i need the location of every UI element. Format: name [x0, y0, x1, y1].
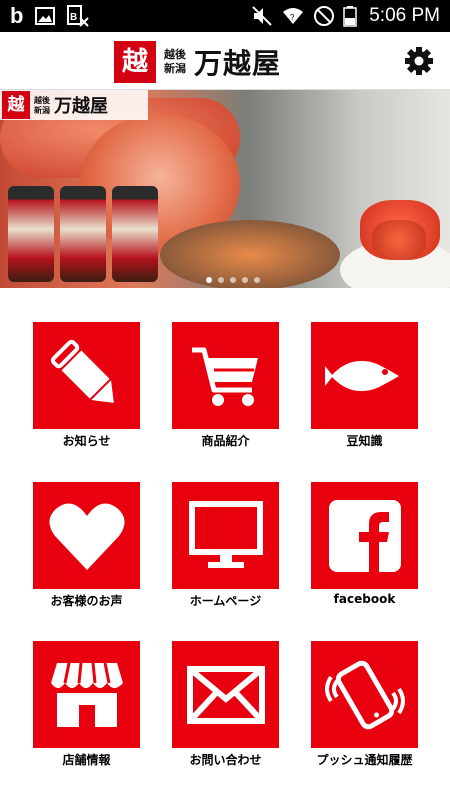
banner-logo-name: 万越屋	[54, 96, 108, 117]
menu-tile-label: お客様のお声	[50, 594, 123, 608]
b-notification-icon: b	[10, 3, 24, 28]
menu-tile-products-square	[172, 322, 279, 429]
clock: 5:06 PM	[369, 5, 440, 26]
svg-text:?: ?	[290, 13, 295, 22]
banner-logo-seal: 越	[2, 91, 30, 119]
banner-dot[interactable]	[206, 277, 212, 283]
menu-tile-label: facebook	[333, 592, 396, 606]
pencil-icon	[50, 339, 114, 403]
brand-region-line2: 新潟	[164, 62, 186, 75]
menu-tile-customer-voices-square	[33, 482, 140, 589]
brand-region: 越後 新潟	[164, 48, 186, 76]
gear-icon	[405, 47, 433, 75]
brand-region-line1: 越後	[164, 48, 186, 61]
wifi-icon: ?	[281, 6, 305, 26]
menu-tile-push-history-square	[311, 641, 418, 748]
brand-logo: 越 越後 新潟 万越屋	[114, 40, 281, 84]
banner-jar-1	[8, 186, 54, 282]
mute-icon	[251, 5, 273, 27]
menu-tile-news-square	[33, 322, 140, 429]
banner-jar-2	[60, 186, 106, 282]
menu-tile-label: お問い合わせ	[189, 753, 262, 767]
app-header: 越 越後 新潟 万越屋	[0, 32, 450, 90]
menu-tile-homepage-square	[172, 482, 279, 589]
no-sim-icon	[313, 5, 335, 27]
settings-button[interactable]	[404, 46, 434, 76]
banner-dot[interactable]	[254, 277, 260, 283]
banner-logo: 越 越後 新潟 万越屋	[0, 90, 148, 120]
banner-logo-region-line2: 新潟	[34, 105, 50, 115]
envelope-icon	[186, 665, 265, 724]
heart-icon	[48, 503, 125, 570]
facebook-icon	[328, 499, 401, 572]
menu-tile-store-info[interactable]: 店舗情報	[33, 641, 140, 771]
image-icon	[35, 7, 56, 25]
monitor-icon	[188, 500, 263, 568]
menu-tile-label: 店舗情報	[62, 753, 111, 767]
banner-logo-region: 越後 新潟	[34, 95, 50, 115]
menu-tile-customer-voices[interactable]: お客様のお声	[33, 482, 140, 612]
svg-text:B: B	[70, 12, 77, 23]
menu-tile-news[interactable]: お知らせ	[33, 322, 140, 452]
menu-tile-contact-square	[172, 641, 279, 748]
banner-dot[interactable]	[218, 277, 224, 283]
banner-pagination	[206, 277, 260, 283]
battery-icon	[343, 5, 357, 27]
bx-icon: B	[67, 5, 90, 27]
banner-logo-region-line1: 越後	[34, 95, 50, 105]
status-bar: b B ? 5:06 PM	[0, 0, 450, 32]
menu-tile-push-history[interactable]: プッシュ通知履歴	[311, 641, 418, 771]
menu-tile-label: ホームページ	[189, 594, 262, 608]
banner-photo-salmon-piece	[372, 220, 426, 260]
menu-tile-products[interactable]: 商品紹介	[172, 322, 279, 452]
menu-tile-trivia[interactable]: 豆知識	[311, 322, 418, 452]
menu-tile-homepage[interactable]: ホームページ	[172, 482, 279, 612]
fish-icon	[324, 360, 399, 391]
shop-icon	[50, 662, 123, 727]
banner-jar-3	[112, 186, 158, 282]
menu-tile-facebook-square	[311, 482, 418, 589]
banner-dot[interactable]	[242, 277, 248, 283]
menu-tile-label: プッシュ通知履歴	[316, 753, 413, 767]
menu-tile-facebook[interactable]: facebook	[311, 482, 418, 612]
brand-seal: 越	[114, 41, 156, 83]
menu-tile-trivia-square	[311, 322, 418, 429]
menu-tile-store-info-square	[33, 641, 140, 748]
banner-dot[interactable]	[230, 277, 236, 283]
menu-tile-contact[interactable]: お問い合わせ	[172, 641, 279, 771]
menu-tile-label: 豆知識	[346, 434, 383, 448]
menu-tile-label: 商品紹介	[201, 434, 250, 448]
menu-tile-label: お知らせ	[62, 434, 111, 448]
shopping-cart-icon	[191, 347, 258, 406]
brand-name: 万越屋	[194, 47, 282, 80]
promo-banner[interactable]: 越 越後 新潟 万越屋	[0, 90, 450, 288]
vibrating-phone-icon	[324, 660, 405, 729]
